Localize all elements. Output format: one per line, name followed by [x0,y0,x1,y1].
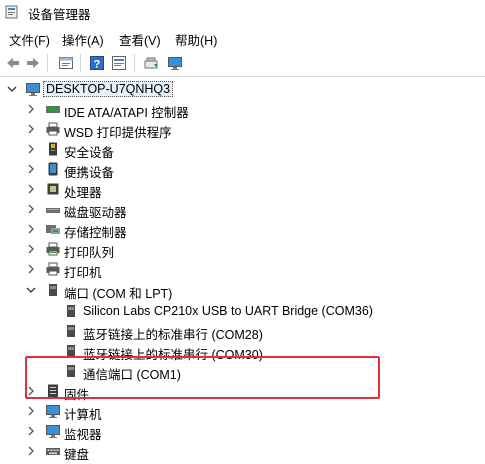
title-bar: 设备管理器 [0,0,485,26]
disk-drive-icon [46,208,60,213]
back-button[interactable] [2,52,24,74]
tree-child-item[interactable]: Silicon Labs CP210x USB to UART Bridge (… [0,301,485,321]
computer-icon [26,83,40,96]
chevron-right-icon[interactable] [26,421,38,441]
tree-item[interactable]: 磁盘驱动器 [0,199,485,220]
chevron-right-icon[interactable] [26,401,38,421]
show-hidden-icon [112,56,126,70]
scan-hardware-button[interactable] [164,52,186,74]
computer-icon [46,405,60,418]
tree-root[interactable]: DESKTOP-U7QNHQ3 [0,79,485,99]
forward-button[interactable] [22,52,44,74]
ide-controller-icon [46,106,60,113]
tree-item[interactable]: WSD 打印提供程序 [0,119,485,140]
tree-child-label: Silicon Labs CP210x USB to UART Bridge (… [83,304,373,318]
chevron-right-icon[interactable] [26,259,38,279]
tree-item[interactable]: 安全设备 [0,139,485,160]
tree-item[interactable]: 监视器 [0,421,485,442]
tree-item[interactable]: 处理器 [0,179,485,200]
chevron-right-icon[interactable] [26,219,38,239]
tree-item[interactable]: IDE ATA/ATAPI 控制器 [0,99,485,120]
back-icon [7,58,19,68]
chevron-right-icon[interactable] [26,239,38,259]
tree-item[interactable]: 键盘 [0,441,485,462]
chevron-right-icon[interactable] [26,381,38,401]
root-label: DESKTOP-U7QNHQ3 [43,81,174,97]
help-icon: ? [90,56,104,71]
toolbar-separator [47,54,48,72]
security-device-icon [49,142,57,156]
monitor-icon [46,425,60,438]
printer-icon [46,262,60,276]
toolbar: ? [0,48,485,76]
menu-help[interactable]: 帮助(H) [175,30,217,49]
properties-icon [59,57,73,69]
keyboard-icon [46,448,60,455]
tree-item-ports[interactable]: 端口 (COM 和 LPT) [0,280,485,301]
port-icon [67,305,75,317]
port-icon [67,365,75,377]
tree-item-label: 键盘 [64,448,90,462]
chevron-right-icon[interactable] [26,441,38,461]
forward-icon [27,58,39,68]
toolbar-separator [134,54,135,72]
tree-item-label: 打印机 [64,266,102,280]
tree-item-label: 端口 (COM 和 LPT) [64,287,173,301]
firmware-icon [48,384,58,398]
monitor-icon [168,57,182,70]
chevron-down-icon[interactable] [7,79,19,99]
chevron-right-icon[interactable] [26,199,38,219]
tree-child-item[interactable]: 蓝牙链接上的标准串行 (COM28) [0,321,485,342]
chevron-right-icon[interactable] [26,179,38,199]
properties-button[interactable] [55,52,77,74]
printer-icon [46,122,60,136]
device-manager-icon [5,5,18,19]
toolbar-separator [80,54,81,72]
tree-child-item[interactable]: 通信端口 (COM1) [0,361,485,382]
svg-text:?: ? [94,59,101,71]
help-button[interactable]: ? [86,52,108,74]
update-driver-button[interactable] [140,52,162,74]
show-hidden-button[interactable] [108,52,130,74]
chevron-right-icon[interactable] [26,99,38,119]
update-driver-icon [144,57,158,69]
device-tree[interactable]: DESKTOP-U7QNHQ3 IDE ATA/ATAPI 控制器 WSD 打印… [0,77,485,464]
chevron-down-icon[interactable] [26,280,38,300]
menu-file[interactable]: 文件(F) [9,30,50,49]
tree-item[interactable]: 计算机 [0,401,485,422]
chevron-right-icon[interactable] [26,119,38,139]
tree-item[interactable]: 打印队列 [0,239,485,260]
tree-item[interactable]: 便携设备 [0,159,485,180]
print-queue-icon [46,242,60,256]
menu-view[interactable]: 查看(V) [119,30,161,49]
menu-bar: 文件(F) 操作(A) 查看(V) 帮助(H) [0,26,485,48]
port-icon [49,284,57,296]
storage-controller-icon [46,225,60,234]
tree-item[interactable]: 存储控制器 [0,219,485,240]
menu-action[interactable]: 操作(A) [62,30,104,49]
port-icon [67,325,75,337]
tree-item[interactable]: 打印机 [0,259,485,280]
chevron-right-icon[interactable] [26,159,38,179]
port-icon [67,345,75,357]
tree-child-item[interactable]: 蓝牙链接上的标准串行 (COM30) [0,341,485,362]
portable-device-icon [48,162,58,176]
processor-icon [47,183,59,195]
chevron-right-icon[interactable] [26,139,38,159]
window-title: 设备管理器 [28,8,91,22]
tree-item[interactable]: 固件 [0,381,485,402]
